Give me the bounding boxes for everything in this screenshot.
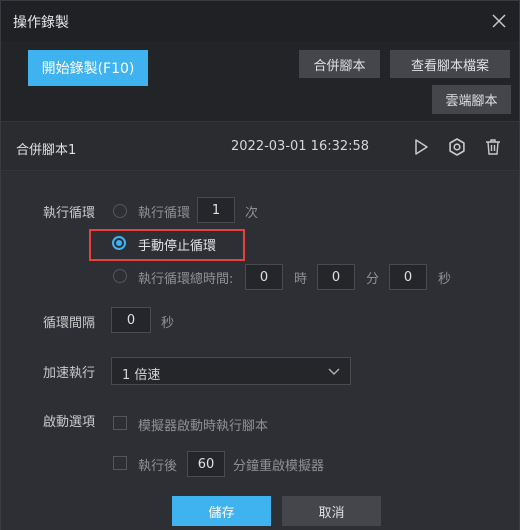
start-recording-button[interactable]: 開始錄製(F10) (28, 50, 148, 86)
startup-label: 啟動選項 (43, 415, 96, 430)
play-icon[interactable] (411, 137, 431, 157)
script-datetime: 2022-03-01 16:32:58 (231, 139, 370, 154)
speed-selected-value: 1 倍速 (122, 368, 161, 383)
hours-unit: 時 (294, 272, 308, 287)
save-button[interactable]: 儲存 (172, 496, 271, 526)
script-list-item[interactable]: 合併腳本1 2022-03-01 16:32:58 (1, 121, 519, 171)
total-time-label: 執行循環總時間: (138, 272, 234, 287)
loop-count-label: 執行循環 (138, 206, 191, 221)
chevron-down-icon (328, 367, 340, 377)
cancel-button[interactable]: 取消 (282, 496, 381, 526)
loop-count-unit: 次 (245, 206, 259, 221)
seconds-unit: 秒 (438, 272, 452, 287)
interval-unit: 秒 (161, 316, 175, 331)
interval-label: 循環間隔 (43, 316, 96, 331)
run-on-start-checkbox[interactable] (113, 416, 127, 430)
seconds-input[interactable] (389, 264, 427, 290)
loop-count-radio[interactable] (113, 204, 127, 218)
gear-icon[interactable] (447, 137, 467, 157)
speed-select[interactable]: 1 倍速 (111, 357, 351, 385)
title-bar: 操作錄製 (1, 1, 519, 41)
minutes-unit: 分 (366, 272, 380, 287)
trash-icon[interactable] (483, 137, 503, 157)
loop-label: 執行循環 (43, 206, 96, 221)
restart-emulator-checkbox[interactable] (113, 456, 127, 470)
view-script-files-button[interactable]: 查看腳本檔案 (390, 50, 510, 78)
manual-stop-radio[interactable] (112, 236, 126, 250)
interval-input[interactable] (111, 307, 151, 333)
restart-minutes-input[interactable] (187, 451, 225, 477)
close-icon[interactable] (489, 11, 509, 31)
restart-suffix-label: 分鐘重啟模擬器 (233, 459, 325, 474)
minutes-input[interactable] (317, 264, 355, 290)
loop-count-input[interactable] (197, 197, 235, 223)
toolbar: 開始錄製(F10) 合併腳本 查看腳本檔案 雲端腳本 (1, 41, 519, 121)
merge-scripts-button[interactable]: 合併腳本 (299, 50, 380, 78)
restart-prefix-label: 執行後 (138, 459, 178, 474)
total-time-radio[interactable] (113, 269, 127, 283)
manual-stop-label: 手動停止循環 (138, 239, 217, 254)
macro-recording-dialog: 操作錄製 開始錄製(F10) 合併腳本 查看腳本檔案 雲端腳本 合併腳本1 20… (0, 0, 520, 530)
settings-panel (1, 172, 519, 530)
script-name: 合併腳本1 (16, 143, 77, 158)
run-on-start-label: 模擬器啟動時執行腳本 (138, 419, 269, 434)
dialog-title: 操作錄製 (13, 15, 69, 31)
speed-label: 加速執行 (43, 366, 96, 381)
cloud-scripts-button[interactable]: 雲端腳本 (432, 85, 511, 114)
hours-input[interactable] (245, 264, 283, 290)
